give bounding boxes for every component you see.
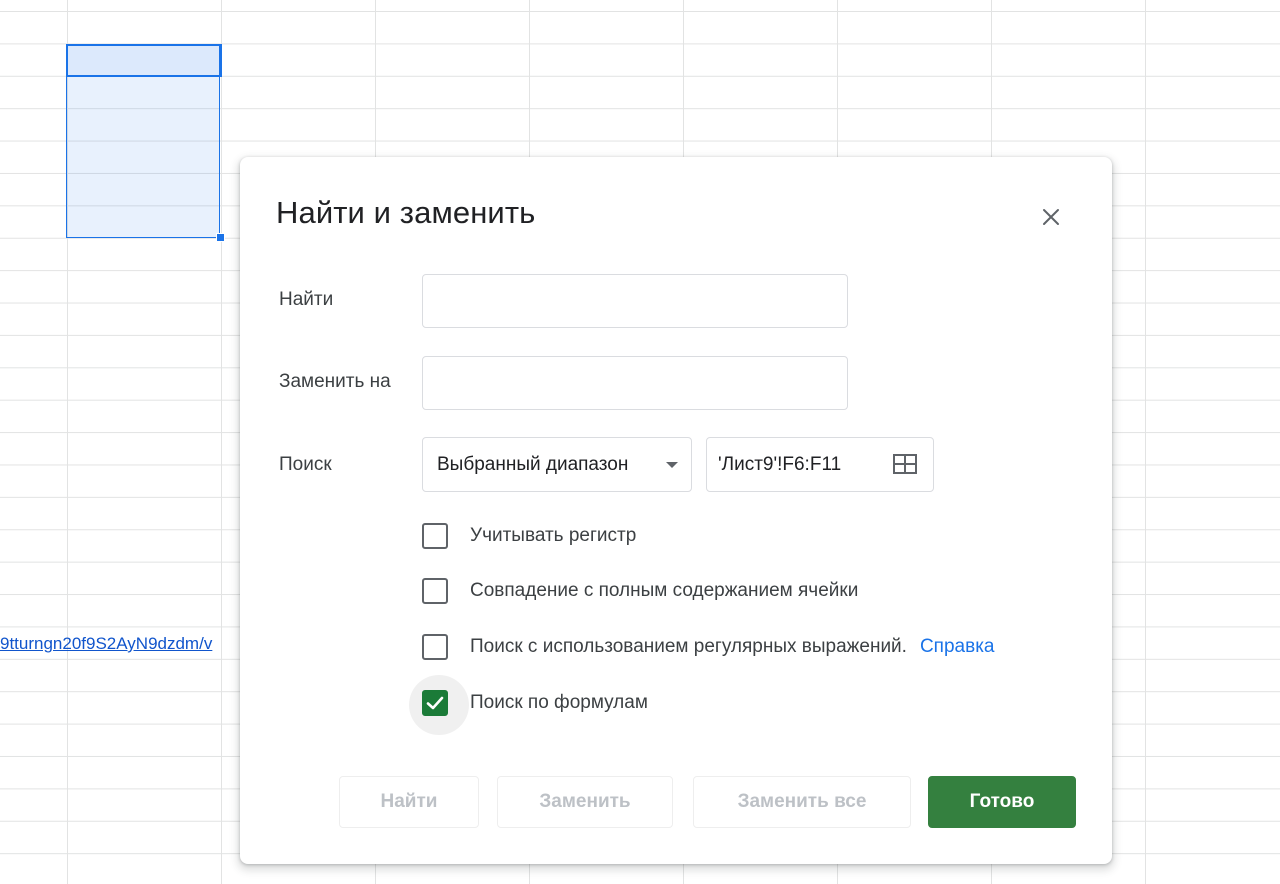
option-match-entire-cell[interactable]: Совпадение с полным содержанием ячейки [422, 576, 858, 606]
option-search-formulas[interactable]: Поиск по формулам [409, 675, 648, 735]
regex-checkbox[interactable] [422, 634, 448, 660]
cell-hyperlink[interactable]: 9tturngn20f9S2AyN9dzdm/v [0, 634, 212, 654]
match-case-label: Учитывать регистр [470, 525, 637, 546]
close-icon [1043, 209, 1059, 225]
match-case-checkbox[interactable] [422, 523, 448, 549]
search-formulas-label: Поиск по формулам [470, 692, 648, 713]
dialog-title: Найти и заменить [276, 195, 536, 230]
grid-icon[interactable] [893, 454, 917, 474]
search-scope-value: Выбранный диапазон [437, 453, 629, 475]
checkmark-icon [426, 696, 444, 710]
replace-input[interactable] [422, 356, 848, 410]
find-label: Найти [279, 289, 334, 310]
regex-label: Поиск с использованием регулярных выраже… [470, 636, 907, 657]
replace-all-button[interactable]: Заменить все [693, 776, 911, 828]
match-entire-cell-checkbox[interactable] [422, 578, 448, 604]
match-entire-cell-label: Совпадение с полным содержанием ячейки [470, 580, 859, 601]
replace-button[interactable]: Заменить [497, 776, 673, 828]
help-link[interactable]: Справка [920, 636, 995, 658]
replace-label: Заменить на [279, 371, 391, 392]
search-scope-dropdown[interactable]: Выбранный диапазон [422, 437, 692, 492]
done-button[interactable]: Готово [928, 776, 1076, 828]
search-label: Поиск [279, 454, 332, 475]
range-value: 'Лист9'!F6:F11 [718, 453, 842, 475]
find-button[interactable]: Найти [339, 776, 479, 828]
search-formulas-checkbox[interactable] [409, 675, 469, 735]
caret-down-icon [666, 462, 678, 468]
find-input[interactable] [422, 274, 848, 328]
range-field[interactable]: 'Лист9'!F6:F11 [706, 437, 934, 492]
close-button[interactable] [1035, 201, 1067, 233]
option-regex[interactable]: Поиск с использованием регулярных выраже… [422, 632, 995, 662]
active-cell[interactable] [66, 44, 222, 77]
fill-handle[interactable] [216, 233, 225, 242]
find-replace-dialog: Найти и заменить Найти Заменить на Поиск… [240, 157, 1112, 864]
option-match-case[interactable]: Учитывать регистр [422, 521, 636, 551]
